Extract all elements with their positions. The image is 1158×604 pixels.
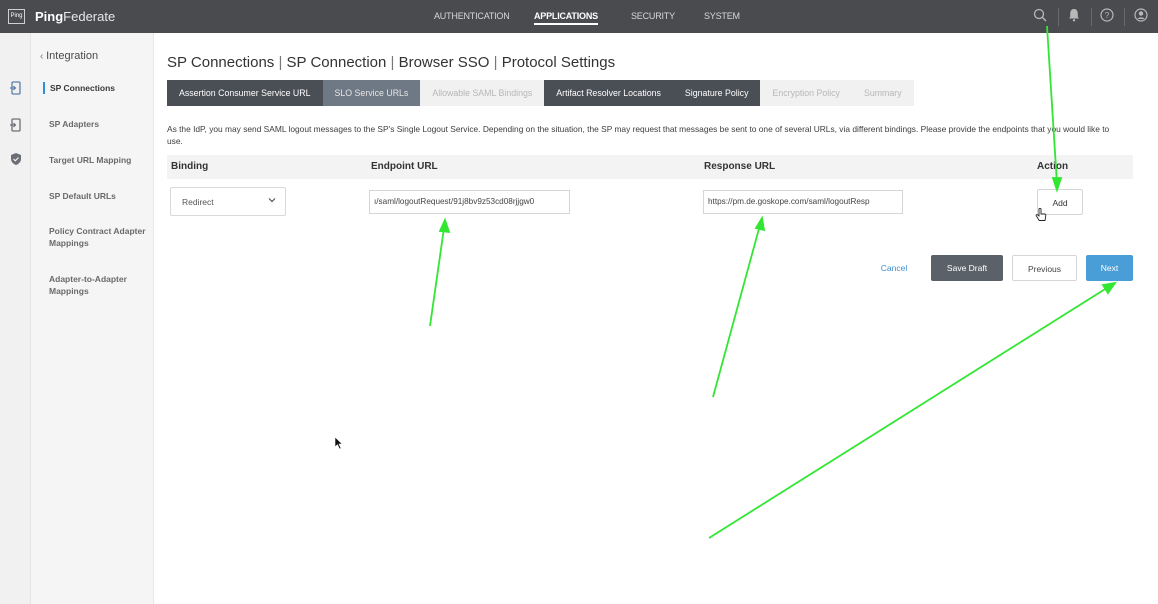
back-to-integration[interactable]: ‹ Integration [40, 50, 98, 62]
divider [1124, 8, 1125, 26]
save-draft-button[interactable]: Save Draft [931, 255, 1003, 281]
nav-authentication[interactable]: AUTHENTICATION [434, 11, 510, 21]
binding-select[interactable]: Redirect [170, 187, 286, 216]
sidebar-item-adapter-to-adapter-mappings[interactable]: Adapter-to-Adapter Mappings [49, 273, 149, 297]
breadcrumb-protocol-settings: Protocol Settings [501, 54, 616, 71]
tab-signature-policy[interactable]: Signature Policy [672, 80, 761, 106]
bell-icon[interactable] [1066, 8, 1082, 24]
sidebar: ‹ Integration SP Connections SP Adapters… [31, 33, 154, 604]
chevron-down-icon [267, 195, 277, 208]
product-name: PingFederate [35, 9, 115, 24]
annotation-arrow-endpoint [429, 227, 445, 327]
column-header-action: Action [1037, 161, 1069, 172]
breadcrumb-separator: | [278, 54, 283, 71]
sidebar-item-policy-contract-adapter-mappings[interactable]: Policy Contract Adapter Mappings [49, 225, 149, 249]
shield-icon[interactable] [7, 152, 25, 170]
tab-slo-service-urls[interactable]: SLO Service URLs [322, 80, 421, 106]
endpoint-url-value: ı/saml/logoutRequest/91j8bv9z53cd08rjjgw… [374, 197, 535, 206]
column-header-binding: Binding [171, 161, 209, 172]
annotation-arrow-next [708, 285, 1111, 539]
help-icon[interactable]: ? [1099, 8, 1115, 24]
divider [1058, 8, 1059, 26]
nav-system[interactable]: SYSTEM [704, 11, 740, 21]
annotation-arrowhead-next [1101, 281, 1117, 295]
arrow-cursor-icon [334, 436, 344, 455]
endpoint-url-input[interactable]: ı/saml/logoutRequest/91j8bv9z53cd08rjjgw… [369, 190, 570, 214]
sidebar-item-sp-adapters[interactable]: SP Adapters [49, 118, 149, 130]
product-name-bold: Ping [35, 9, 64, 24]
sp-connections-rail-icon[interactable] [7, 81, 25, 99]
protocol-settings-tabs: Assertion Consumer Service URL SLO Servi… [167, 80, 914, 106]
back-label: Integration [46, 50, 99, 62]
ping-logo: Ping [8, 9, 25, 24]
tab-artifact-resolver-locations[interactable]: Artifact Resolver Locations [544, 80, 673, 106]
column-header-response-url: Response URL [704, 161, 776, 172]
cancel-button[interactable]: Cancel [870, 255, 918, 281]
breadcrumb-browser-sso: Browser SSO [398, 54, 490, 71]
breadcrumb-separator: | [390, 54, 395, 71]
breadcrumb-sp-connection: SP Connection [286, 54, 387, 71]
table-header: Binding Endpoint URL Response URL Action [167, 155, 1133, 179]
search-icon[interactable] [1032, 8, 1048, 24]
left-icon-rail [0, 33, 31, 604]
sidebar-item-target-url-mapping[interactable]: Target URL Mapping [49, 154, 149, 166]
hand-cursor-icon [1035, 207, 1047, 225]
product-name-rest: Federate [63, 9, 116, 24]
sidebar-item-sp-default-urls[interactable]: SP Default URLs [49, 190, 149, 202]
annotation-arrowhead-response [754, 215, 766, 232]
sidebar-item-sp-connections[interactable]: SP Connections [43, 82, 143, 94]
breadcrumb-sp-connections: SP Connections [167, 54, 275, 71]
response-url-input[interactable]: https://pm.de.goskope.com/saml/logoutRes… [703, 190, 903, 214]
response-url-value: https://pm.de.goskope.com/saml/logoutRes… [708, 197, 870, 206]
breadcrumb: SP Connections | SP Connection | Browser… [167, 54, 615, 71]
annotation-arrow-response [712, 224, 761, 398]
nav-security[interactable]: SECURITY [631, 11, 675, 21]
user-icon[interactable] [1133, 8, 1149, 24]
tab-allowable-saml-bindings: Allowable SAML Bindings [420, 80, 545, 106]
previous-button[interactable]: Previous [1012, 255, 1077, 281]
applications-rail-icon[interactable] [7, 118, 25, 136]
tab-encryption-policy: Encryption Policy [760, 80, 852, 106]
tab-assertion-consumer-service-url[interactable]: Assertion Consumer Service URL [167, 80, 323, 106]
column-header-endpoint-url: Endpoint URL [371, 161, 438, 172]
breadcrumb-separator: | [493, 54, 498, 71]
svg-text:?: ? [1105, 11, 1110, 20]
nav-applications[interactable]: APPLICATIONS [534, 11, 598, 25]
page-description: As the IdP, you may send SAML logout mes… [167, 124, 1110, 146]
annotation-arrowhead-endpoint [438, 217, 451, 234]
binding-select-value: Redirect [182, 197, 214, 207]
top-bar: Ping PingFederate AUTHENTICATION APPLICA… [0, 0, 1158, 33]
tab-summary: Summary [851, 80, 914, 106]
next-button[interactable]: Next [1086, 255, 1133, 281]
divider [1091, 8, 1092, 26]
